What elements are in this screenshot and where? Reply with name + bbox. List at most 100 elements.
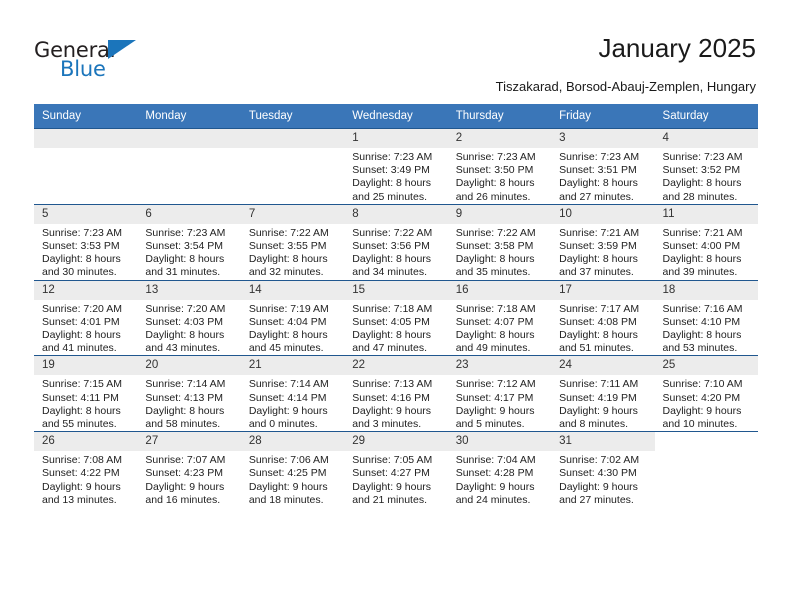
day-number: 24 <box>551 356 655 376</box>
calendar-day-cell[interactable]: 23 Sunrise: 7:12 AM Sunset: 4:17 PM Dayligh… <box>447 355 552 432</box>
calendar-day-cell[interactable]: 1 Sunrise: 7:23 AM Sunset: 3:49 PM Daylight… <box>344 128 448 205</box>
sunrise-text: Sunrise: 7:19 AM <box>248 302 329 315</box>
calendar-day-cell[interactable]: 20 Sunrise: 7:14 AM Sunset: 4:13 PM Dayligh… <box>137 355 241 432</box>
sunrise-text: Sunrise: 7:14 AM <box>145 378 226 391</box>
general-blue-logo[interactable]: General Blue <box>34 38 214 86</box>
daylight-text: and 51 minutes. <box>559 342 634 355</box>
weekday-header-wednesday: Wednesday <box>344 104 448 129</box>
day-sun-info: Sunrise: 7:08 AM Sunset: 4:22 PM Daylight:… <box>34 451 137 507</box>
daylight-text: Daylight: 8 hours <box>42 329 121 342</box>
calendar-day-cell[interactable]: 30 Sunrise: 7:04 AM Sunset: 4:28 PM Dayligh… <box>447 431 552 508</box>
weekday-header-friday: Friday <box>551 104 655 129</box>
sunrise-text: Sunrise: 7:02 AM <box>559 454 640 467</box>
calendar-day-cell[interactable]: 5 Sunrise: 7:23 AM Sunset: 3:53 PM Daylight… <box>34 203 138 281</box>
daylight-text: Daylight: 9 hours <box>42 480 121 493</box>
day-number: 21 <box>240 356 345 376</box>
calendar-day-cell[interactable]: 2 Sunrise: 7:23 AM Sunset: 3:50 PM Daylight… <box>447 128 552 205</box>
calendar-day-cell[interactable]: 27 Sunrise: 7:07 AM Sunset: 4:23 PM Dayligh… <box>137 431 241 508</box>
day-number: 7 <box>240 204 345 224</box>
day-number: 15 <box>344 280 448 300</box>
daylight-text: and 25 minutes. <box>352 190 427 203</box>
daylight-text: Daylight: 9 hours <box>559 480 638 493</box>
calendar-day-cell[interactable]: 6 Sunrise: 7:23 AM Sunset: 3:54 PM Daylight… <box>137 203 241 281</box>
sunrise-text: Sunrise: 7:07 AM <box>145 454 226 467</box>
calendar-day-cell[interactable]: 14 Sunrise: 7:19 AM Sunset: 4:04 PM Dayligh… <box>240 279 345 356</box>
weekday-header-thursday: Thursday <box>447 104 552 129</box>
calendar-day-cell[interactable]: 8 Sunrise: 7:22 AM Sunset: 3:56 PM Daylight… <box>344 203 448 281</box>
daylight-text: Daylight: 9 hours <box>248 404 328 417</box>
sunrise-text: Sunrise: 7:18 AM <box>352 302 433 315</box>
daylight-text: Daylight: 8 hours <box>145 329 225 342</box>
daylight-text: Daylight: 8 hours <box>42 253 121 266</box>
day-number: 31 <box>551 432 655 452</box>
day-sun-info: Sunrise: 7:02 AM Sunset: 4:30 PM Daylight:… <box>551 451 654 507</box>
calendar-day-cell[interactable]: 28 Sunrise: 7:06 AM Sunset: 4:25 PM Dayligh… <box>240 431 345 508</box>
weekday-header-sunday: Sunday <box>34 104 138 129</box>
day-number: 11 <box>654 204 758 224</box>
sunrise-text: Sunrise: 7:14 AM <box>248 378 329 391</box>
day-number: 30 <box>447 432 552 452</box>
calendar-day-cell[interactable]: 18 Sunrise: 7:16 AM Sunset: 4:10 PM Dayligh… <box>654 279 758 356</box>
calendar-day-cell[interactable]: 3 Sunrise: 7:23 AM Sunset: 3:51 PM Daylight… <box>551 128 655 205</box>
daylight-text: and 55 minutes. <box>42 418 117 431</box>
calendar-day-cell[interactable]: 19 Sunrise: 7:15 AM Sunset: 4:11 PM Dayligh… <box>34 355 138 432</box>
calendar-day-cell[interactable]: 31 Sunrise: 7:02 AM Sunset: 4:30 PM Dayligh… <box>551 431 655 508</box>
day-sun-info: Sunrise: 7:21 AM Sunset: 4:00 PM Daylight:… <box>655 224 758 280</box>
daylight-text: Daylight: 9 hours <box>352 480 432 493</box>
calendar-day-cell[interactable]: 4 Sunrise: 7:23 AM Sunset: 3:52 PM Daylight… <box>654 128 758 205</box>
sunrise-text: Sunrise: 7:23 AM <box>559 151 640 163</box>
daylight-text: Daylight: 9 hours <box>559 404 638 417</box>
sunrise-text: Sunrise: 7:12 AM <box>455 378 536 391</box>
sunrise-text: Sunrise: 7:04 AM <box>455 454 536 467</box>
sunset-text: Sunset: 3:51 PM <box>559 164 637 177</box>
sunrise-text: Sunrise: 7:08 AM <box>42 454 122 467</box>
sunrise-text: Sunrise: 7:22 AM <box>248 226 329 239</box>
calendar-day-cell[interactable]: 12 Sunrise: 7:20 AM Sunset: 4:01 PM Dayligh… <box>34 279 138 356</box>
day-number: 9 <box>447 204 552 224</box>
calendar-day-cell[interactable]: 16 Sunrise: 7:18 AM Sunset: 4:07 PM Dayligh… <box>447 279 552 356</box>
day-sun-info: Sunrise: 7:19 AM Sunset: 4:04 PM Daylight:… <box>241 300 344 356</box>
sunset-text: Sunset: 3:50 PM <box>455 164 534 177</box>
daylight-text: and 47 minutes. <box>352 342 427 355</box>
day-sun-info: Sunrise: 7:23 AM Sunset: 3:52 PM Daylight:… <box>655 148 758 204</box>
day-sun-info: Sunrise: 7:23 AM Sunset: 3:53 PM Daylight:… <box>34 224 137 280</box>
day-sun-info: Sunrise: 7:10 AM Sunset: 4:20 PM Daylight:… <box>655 375 758 431</box>
calendar-day-cell[interactable]: 13 Sunrise: 7:20 AM Sunset: 4:03 PM Dayligh… <box>137 279 241 356</box>
daylight-text: and 18 minutes. <box>248 493 324 506</box>
calendar-day-cell-empty <box>34 128 138 205</box>
calendar-day-cell[interactable]: 22 Sunrise: 7:13 AM Sunset: 4:16 PM Dayligh… <box>344 355 448 432</box>
calendar-day-cell[interactable]: 26 Sunrise: 7:08 AM Sunset: 4:22 PM Dayligh… <box>34 431 138 508</box>
day-number: 10 <box>551 204 655 224</box>
calendar-day-cell[interactable]: 11 Sunrise: 7:21 AM Sunset: 4:00 PM Dayligh… <box>654 203 758 281</box>
day-sun-info: Sunrise: 7:14 AM Sunset: 4:14 PM Daylight:… <box>241 375 344 431</box>
daylight-text: Daylight: 8 hours <box>42 404 121 417</box>
daylight-text: Daylight: 8 hours <box>455 329 535 342</box>
calendar-day-cell[interactable]: 7 Sunrise: 7:22 AM Sunset: 3:55 PM Daylight… <box>240 203 345 281</box>
sunset-text: Sunset: 4:11 PM <box>42 391 119 404</box>
sunrise-text: Sunrise: 7:21 AM <box>559 226 640 239</box>
sunset-text: Sunset: 4:01 PM <box>42 315 120 328</box>
calendar-day-cell[interactable]: 21 Sunrise: 7:14 AM Sunset: 4:14 PM Dayligh… <box>240 355 345 432</box>
daylight-text: Daylight: 9 hours <box>145 480 225 493</box>
day-number: 6 <box>137 204 241 224</box>
sunrise-text: Sunrise: 7:06 AM <box>248 454 329 467</box>
calendar-day-cell[interactable]: 17 Sunrise: 7:17 AM Sunset: 4:08 PM Dayligh… <box>551 279 655 356</box>
calendar-day-cell[interactable]: 25 Sunrise: 7:10 AM Sunset: 4:20 PM Dayligh… <box>654 355 758 432</box>
daylight-text: and 27 minutes. <box>559 190 634 203</box>
calendar-day-cell[interactable]: 24 Sunrise: 7:11 AM Sunset: 4:19 PM Dayligh… <box>551 355 655 432</box>
daylight-text: Daylight: 8 hours <box>455 253 535 266</box>
sunset-text: Sunset: 4:17 PM <box>455 391 534 404</box>
day-number: 20 <box>137 356 241 376</box>
day-sun-info: Sunrise: 7:21 AM Sunset: 3:59 PM Daylight:… <box>551 224 654 280</box>
daylight-text: and 16 minutes. <box>145 493 221 506</box>
sunrise-text: Sunrise: 7:10 AM <box>662 378 743 391</box>
calendar-day-cell[interactable]: 15 Sunrise: 7:18 AM Sunset: 4:05 PM Dayligh… <box>344 279 448 356</box>
daylight-text: Daylight: 8 hours <box>455 177 535 190</box>
day-sun-info: Sunrise: 7:23 AM Sunset: 3:51 PM Daylight:… <box>551 148 654 204</box>
day-sun-info: Sunrise: 7:06 AM Sunset: 4:25 PM Daylight:… <box>241 451 344 507</box>
sunset-text: Sunset: 4:16 PM <box>352 391 430 404</box>
calendar-day-cell[interactable]: 9 Sunrise: 7:22 AM Sunset: 3:58 PM Daylight… <box>447 203 552 281</box>
calendar-day-cell[interactable]: 29 Sunrise: 7:05 AM Sunset: 4:27 PM Dayligh… <box>344 431 448 508</box>
calendar-day-cell[interactable]: 10 Sunrise: 7:21 AM Sunset: 3:59 PM Dayligh… <box>551 203 655 281</box>
day-sun-info: Sunrise: 7:20 AM Sunset: 4:01 PM Daylight:… <box>34 300 137 356</box>
